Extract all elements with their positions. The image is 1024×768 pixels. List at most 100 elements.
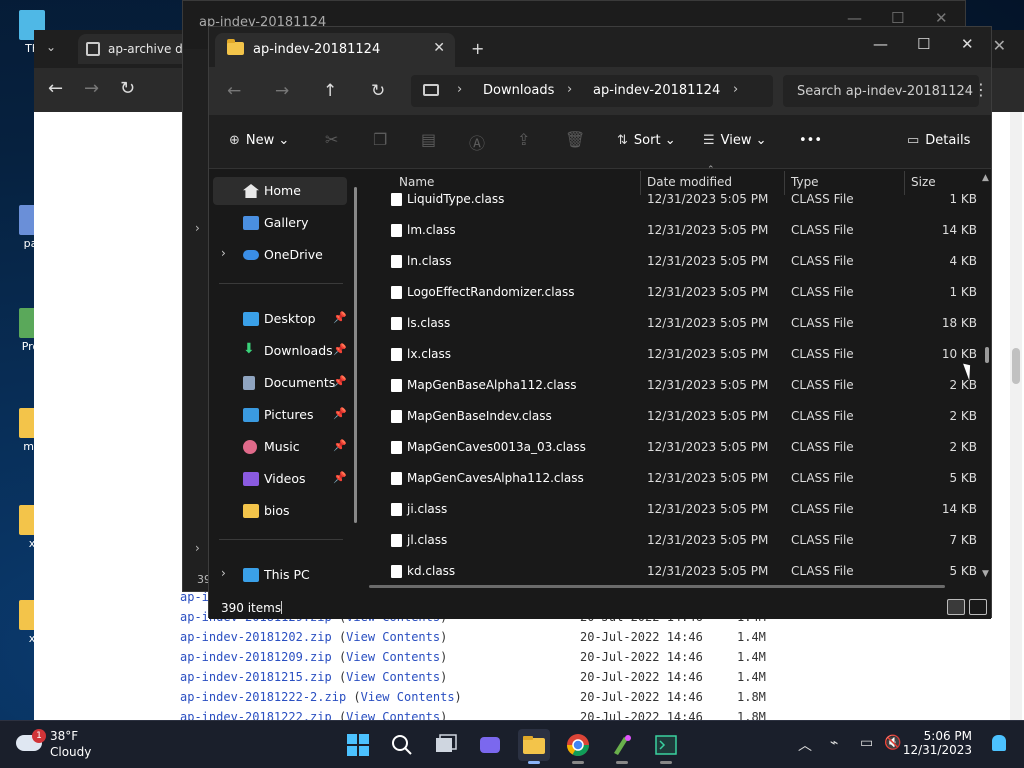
tab-list-chevron-icon[interactable]: ⌄ bbox=[46, 40, 56, 54]
pin-icon[interactable]: 📌 bbox=[333, 311, 347, 324]
scroll-thumb[interactable] bbox=[1012, 348, 1020, 384]
search-button[interactable] bbox=[386, 729, 418, 761]
table-row[interactable]: MapGenBaseIndev.class 12/31/2023 5:05 PM… bbox=[381, 402, 977, 433]
file-icon bbox=[391, 503, 402, 516]
file-explorer-taskbar-button[interactable] bbox=[518, 729, 550, 764]
forward-icon[interactable]: → bbox=[275, 81, 289, 101]
cut-icon[interactable]: ✂ bbox=[325, 130, 338, 149]
pin-icon[interactable]: 📌 bbox=[333, 439, 347, 452]
close-icon[interactable]: ✕ bbox=[961, 35, 974, 53]
close-tab-icon[interactable]: ✕ bbox=[433, 40, 445, 56]
chevron-right-icon[interactable]: › bbox=[195, 221, 200, 235]
search-input[interactable]: Search ap-indev-20181124 bbox=[783, 75, 979, 107]
reload-icon[interactable]: ↻ bbox=[120, 78, 135, 99]
file-list-scrollbar[interactable]: ▲ ▼ bbox=[982, 173, 991, 579]
refresh-icon[interactable]: ↻ bbox=[371, 81, 385, 101]
table-row[interactable]: jl.class 12/31/2023 5:05 PM CLASS File 7… bbox=[381, 526, 977, 557]
back-icon[interactable]: ← bbox=[227, 81, 241, 101]
file-icon bbox=[391, 472, 402, 485]
new-button[interactable]: ⊕ New ⌄ bbox=[229, 133, 289, 148]
chevron-right-icon[interactable]: › bbox=[221, 566, 226, 580]
nav-item-pictures[interactable]: Pictures 📌 bbox=[213, 401, 347, 429]
breadcrumb-folder[interactable]: ap-indev-20181124 bbox=[593, 83, 720, 98]
notification-bell-icon[interactable] bbox=[992, 735, 1006, 751]
chrome-taskbar-button[interactable] bbox=[562, 729, 594, 764]
breadcrumb-downloads[interactable]: Downloads bbox=[483, 83, 554, 98]
pin-icon[interactable]: 📌 bbox=[333, 471, 347, 484]
address-bar[interactable]: › Downloads › ap-indev-20181124 › bbox=[411, 75, 773, 107]
nav-item-desktop[interactable]: Desktop 📌 bbox=[213, 305, 347, 333]
nav-item-documents[interactable]: Documents 📌 bbox=[213, 369, 347, 397]
pin-icon[interactable]: 📌 bbox=[333, 375, 347, 388]
details-view-icon[interactable] bbox=[947, 599, 965, 615]
nav-item-bios[interactable]: bios bbox=[213, 497, 347, 525]
minimize-icon[interactable]: — bbox=[847, 9, 862, 27]
chevron-up-icon[interactable]: ︿ bbox=[798, 735, 812, 755]
table-row[interactable]: MapGenCavesAlpha112.class 12/31/2023 5:0… bbox=[381, 464, 977, 495]
table-row[interactable]: kd.class 12/31/2023 5:05 PM CLASS File 5… bbox=[381, 557, 977, 588]
scroll-up-icon[interactable]: ▲ bbox=[982, 173, 989, 183]
maximize-icon[interactable]: ☐ bbox=[917, 35, 930, 53]
nav-item-music[interactable]: Music 📌 bbox=[213, 433, 347, 461]
nav-item-downloads[interactable]: ⬇ Downloads 📌 bbox=[213, 337, 347, 365]
view-button[interactable]: ☰ View ⌄ bbox=[703, 133, 767, 148]
chevron-right-icon[interactable]: › bbox=[733, 82, 738, 97]
browser-scrollbar[interactable] bbox=[1010, 112, 1022, 720]
nav-item-onedrive[interactable]: › OneDrive bbox=[213, 241, 347, 269]
up-icon[interactable]: ↑ bbox=[323, 81, 337, 101]
explorer-tab[interactable]: ap-indev-20181124 ✕ bbox=[215, 33, 455, 67]
nav-item-home[interactable]: Home bbox=[213, 177, 347, 205]
terminal-taskbar-button[interactable] bbox=[650, 729, 682, 764]
table-row[interactable]: lx.class 12/31/2023 5:05 PM CLASS File 1… bbox=[381, 340, 977, 371]
network-off-icon[interactable]: ⌁ bbox=[830, 735, 838, 751]
sort-button[interactable]: ⇅ Sort ⌄ bbox=[617, 133, 676, 148]
start-button[interactable] bbox=[342, 729, 374, 761]
scroll-thumb[interactable] bbox=[985, 347, 989, 363]
table-row[interactable]: ls.class 12/31/2023 5:05 PM CLASS File 1… bbox=[381, 309, 977, 340]
nav-scrollbar[interactable] bbox=[354, 187, 357, 523]
table-row[interactable]: ji.class 12/31/2023 5:05 PM CLASS File 1… bbox=[381, 495, 977, 526]
table-row[interactable]: lm.class 12/31/2023 5:05 PM CLASS File 1… bbox=[381, 216, 977, 247]
chevron-right-icon[interactable]: › bbox=[457, 82, 462, 97]
chat-button[interactable] bbox=[474, 729, 506, 761]
pin-icon[interactable]: 📌 bbox=[333, 343, 347, 356]
app-taskbar-button[interactable] bbox=[606, 729, 638, 764]
table-row[interactable]: MapGenBaseAlpha112.class 12/31/2023 5:05… bbox=[381, 371, 977, 402]
list-item: ap-indev-20181202.zip (View Contents) 20… bbox=[180, 630, 766, 644]
table-row[interactable]: MapGenCaves0013a_03.class 12/31/2023 5:0… bbox=[381, 433, 977, 464]
clock[interactable]: 5:06 PM 12/31/2023 bbox=[903, 729, 972, 757]
pin-icon[interactable]: 📌 bbox=[333, 407, 347, 420]
copy-icon[interactable]: ❐ bbox=[373, 130, 387, 149]
pictures-icon bbox=[243, 408, 259, 422]
maximize-icon[interactable]: ☐ bbox=[891, 9, 904, 27]
table-row[interactable]: LogoEffectRandomizer.class 12/31/2023 5:… bbox=[381, 278, 977, 309]
see-more-button[interactable]: ••• bbox=[799, 133, 822, 148]
close-icon[interactable]: ✕ bbox=[935, 9, 948, 27]
back-icon[interactable]: ← bbox=[48, 78, 63, 99]
table-row[interactable]: ln.class 12/31/2023 5:05 PM CLASS File 4… bbox=[381, 247, 977, 278]
display-icon[interactable]: ▭ bbox=[860, 735, 873, 751]
tiles-view-icon[interactable] bbox=[969, 599, 987, 615]
scroll-down-icon[interactable]: ▼ bbox=[982, 569, 989, 579]
minimize-icon[interactable]: — bbox=[873, 35, 888, 53]
details-button[interactable]: ▭ Details bbox=[907, 133, 970, 148]
chevron-right-icon[interactable]: › bbox=[221, 246, 226, 260]
nav-item-videos[interactable]: Videos 📌 bbox=[213, 465, 347, 493]
volume-muted-icon[interactable]: 🔇 bbox=[884, 735, 901, 751]
paste-icon[interactable]: ▤ bbox=[421, 130, 436, 149]
table-row[interactable]: LiquidType.class 12/31/2023 5:05 PM CLAS… bbox=[381, 185, 977, 216]
close-icon[interactable]: ✕ bbox=[993, 36, 1006, 55]
more-options-icon[interactable]: ⋮ bbox=[973, 80, 989, 99]
forward-icon[interactable]: → bbox=[84, 78, 99, 99]
chevron-right-icon[interactable]: › bbox=[567, 82, 572, 97]
nav-item-this-pc[interactable]: › This PC bbox=[213, 561, 347, 589]
delete-icon[interactable]: 🗑 bbox=[565, 130, 585, 149]
task-view-button[interactable] bbox=[430, 729, 462, 761]
title-bar: ap-indev-20181124 ✕ + — ☐ ✕ bbox=[209, 27, 991, 67]
rename-icon[interactable]: Ⓐ bbox=[469, 130, 485, 154]
new-tab-icon[interactable]: + bbox=[471, 39, 484, 58]
nav-item-gallery[interactable]: Gallery bbox=[213, 209, 347, 237]
chevron-right-icon[interactable]: › bbox=[195, 541, 200, 555]
horizontal-scrollbar[interactable] bbox=[369, 585, 945, 588]
share-icon[interactable]: ⇪ bbox=[517, 130, 530, 149]
